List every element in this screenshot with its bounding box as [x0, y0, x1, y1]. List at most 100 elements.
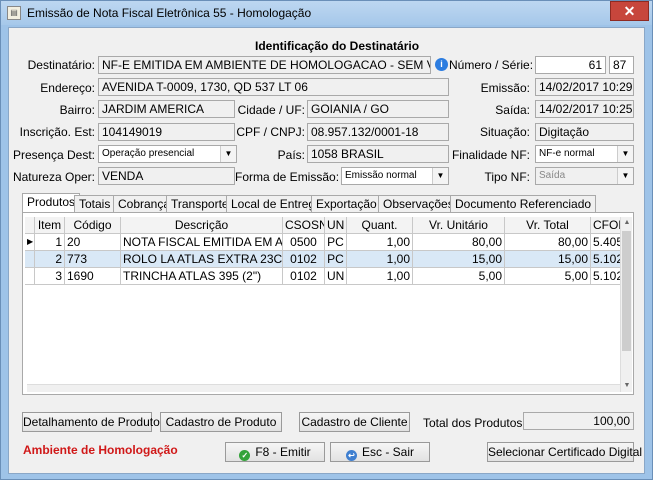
presenca-select[interactable]: Operação presencial ▼: [98, 145, 237, 163]
bairro-label: Bairro:: [59, 103, 95, 117]
tab-documento-referenciado[interactable]: Documento Referenciado: [450, 195, 597, 213]
selecionar-certificado-button[interactable]: Selecionar Certificado Digital: [487, 442, 642, 462]
tab-exportacao[interactable]: Exportação: [311, 195, 382, 213]
products-panel: Item Código Descrição CSOSN UN Quant. Vr…: [22, 212, 634, 395]
chevron-down-icon[interactable]: ▼: [432, 168, 448, 184]
cell-item: 1: [35, 234, 65, 251]
endereco-label: Endereço:: [40, 81, 95, 95]
row-pointer-icon: ▶: [25, 234, 35, 251]
grid-indicator-header: [25, 217, 35, 234]
cell-csosn: 0500: [283, 234, 325, 251]
column-header-item[interactable]: Item: [35, 217, 65, 234]
serie-field[interactable]: 87: [609, 56, 634, 74]
cell-vr-unitario: 15,00: [413, 251, 505, 268]
table-row[interactable]: 2 773 ROLO LA ATLAS EXTRA 23CM 32 0102 P…: [25, 251, 620, 268]
chevron-down-icon[interactable]: ▼: [220, 146, 236, 162]
finalidade-select[interactable]: NF-e normal ▼: [535, 145, 634, 163]
column-header-vr-total[interactable]: Vr. Total: [505, 217, 591, 234]
saida-field[interactable]: 14/02/2017 10:25:53: [535, 100, 634, 118]
cell-vr-unitario: 80,00: [413, 234, 505, 251]
cell-item: 2: [35, 251, 65, 268]
cidade-uf-field[interactable]: GOIANIA / GO: [307, 100, 449, 118]
destinatario-label: Destinatário:: [27, 58, 95, 72]
products-grid: Item Código Descrição CSOSN UN Quant. Vr…: [25, 217, 620, 392]
cell-vr-unitario: 5,00: [413, 268, 505, 285]
scrollbar-thumb[interactable]: [622, 231, 631, 351]
tab-produtos[interactable]: Produtos: [22, 193, 81, 214]
vertical-scrollbar[interactable]: ▲ ▼: [620, 217, 632, 392]
column-header-codigo[interactable]: Código: [65, 217, 121, 234]
cpf-cnpj-field[interactable]: 08.957.132/0001-18: [307, 123, 449, 141]
cell-quant: 1,00: [347, 268, 413, 285]
situacao-field[interactable]: Digitação: [535, 123, 634, 141]
cell-descricao: NOTA FISCAL EMITIDA EM AMBI: [121, 234, 283, 251]
scroll-down-icon[interactable]: ▼: [621, 380, 633, 392]
destinatario-field[interactable]: NF-E EMITIDA EM AMBIENTE DE HOMOLOGACAO …: [98, 56, 431, 74]
cell-vr-total: 80,00: [505, 234, 591, 251]
close-button[interactable]: ✕: [610, 1, 649, 21]
scroll-up-icon[interactable]: ▲: [621, 217, 633, 229]
sair-button[interactable]: ↩ Esc - Sair: [330, 442, 430, 462]
situacao-label: Situação:: [479, 125, 530, 139]
cell-cfop: 5.102: [591, 251, 620, 268]
column-header-cfop[interactable]: CFOP: [591, 217, 620, 234]
bairro-field[interactable]: JARDIM AMERICA: [98, 100, 235, 118]
tipo-nf-label: Tipo NF:: [484, 170, 530, 184]
tipo-nf-select[interactable]: Saída ▼: [535, 167, 634, 185]
cell-un: UN: [325, 268, 347, 285]
forma-emissao-select[interactable]: Emissão normal ▼: [341, 167, 449, 185]
numero-serie-label: Número / Série:: [449, 58, 534, 72]
emitir-label: F8 - Emitir: [255, 445, 311, 459]
section-title: Identificação do Destinatário: [255, 39, 420, 53]
total-produtos-label: Total dos Produtos:: [423, 416, 526, 430]
cidade-uf-label: Cidade / UF:: [237, 103, 305, 117]
cadastro-produto-button[interactable]: Cadastro de Produto: [160, 412, 282, 432]
chevron-down-icon[interactable]: ▼: [617, 146, 633, 162]
grid-header: Item Código Descrição CSOSN UN Quant. Vr…: [25, 217, 620, 234]
info-icon[interactable]: i: [435, 58, 448, 71]
sair-label: Esc - Sair: [361, 445, 414, 459]
cell-descricao: ROLO LA ATLAS EXTRA 23CM 32: [121, 251, 283, 268]
cell-quant: 1,00: [347, 251, 413, 268]
natureza-field[interactable]: VENDA: [98, 167, 235, 185]
tab-observacoes[interactable]: Observações: [378, 195, 459, 213]
column-header-csosn[interactable]: CSOSN: [283, 217, 325, 234]
pais-field[interactable]: 1058 BRASIL: [307, 145, 449, 163]
numero-field[interactable]: 61: [535, 56, 606, 74]
cell-descricao: TRINCHA ATLAS 395 (2"): [121, 268, 283, 285]
saida-label: Saída:: [495, 103, 530, 117]
endereco-field[interactable]: AVENIDA T-0009, 1730, QD 537 LT 06: [98, 78, 449, 96]
inscricao-field[interactable]: 104149019: [98, 123, 235, 141]
cadastro-cliente-button[interactable]: Cadastro de Cliente: [299, 412, 410, 432]
cpf-cnpj-label: CPF / CNPJ:: [236, 125, 305, 139]
detalhamento-produto-button[interactable]: Detalhamento de Produto: [22, 412, 160, 432]
row-indicator: [25, 251, 35, 268]
cell-vr-total: 15,00: [505, 251, 591, 268]
emitir-button[interactable]: ✓ F8 - Emitir: [225, 442, 325, 462]
column-header-quant[interactable]: Quant.: [347, 217, 413, 234]
forma-emissao-value: Emissão normal: [345, 170, 417, 181]
tab-totais[interactable]: Totais: [74, 195, 116, 213]
title-bar: ▤ Emissão de Nota Fiscal Eletrônica 55 -…: [1, 1, 652, 25]
cell-item: 3: [35, 268, 65, 285]
inscricao-label: Inscrição. Est:: [19, 125, 95, 139]
tab-transporte[interactable]: Transporte: [166, 195, 234, 213]
column-header-descricao[interactable]: Descrição: [121, 217, 283, 234]
table-row[interactable]: ▶ 1 20 NOTA FISCAL EMITIDA EM AMBI 0500 …: [25, 234, 620, 251]
cell-codigo: 773: [65, 251, 121, 268]
chevron-down-icon[interactable]: ▼: [617, 168, 633, 184]
horizontal-scrollbar[interactable]: [27, 384, 620, 392]
column-header-vr-unitario[interactable]: Vr. Unitário: [413, 217, 505, 234]
emissao-field[interactable]: 14/02/2017 10:29:16: [535, 78, 634, 96]
form-area: Identificação do Destinatário Destinatár…: [8, 27, 645, 474]
finalidade-value: NF-e normal: [539, 148, 595, 159]
table-row[interactable]: 3 1690 TRINCHA ATLAS 395 (2") 0102 UN 1,…: [25, 268, 620, 285]
window-title: Emissão de Nota Fiscal Eletrônica 55 - H…: [27, 6, 312, 20]
row-indicator: [25, 268, 35, 285]
exit-circle-icon: ↩: [345, 450, 357, 461]
cell-un: PC: [325, 234, 347, 251]
cell-cfop: 5.102: [591, 268, 620, 285]
column-header-un[interactable]: UN: [325, 217, 347, 234]
cell-codigo: 1690: [65, 268, 121, 285]
cell-vr-total: 5,00: [505, 268, 591, 285]
